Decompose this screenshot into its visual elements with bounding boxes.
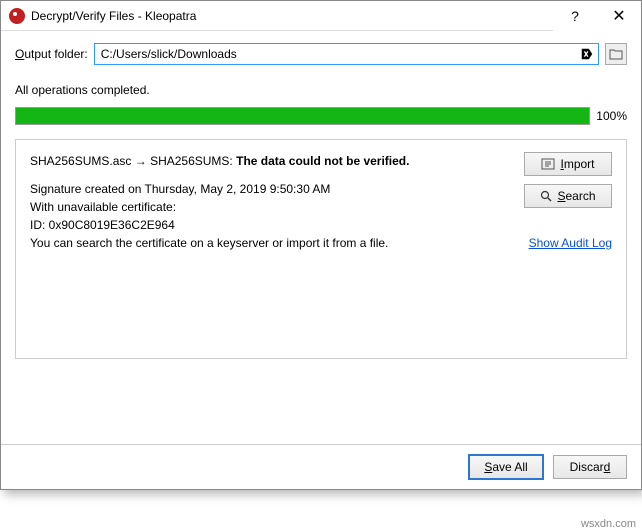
app-icon bbox=[9, 8, 25, 24]
arrow-icon: → bbox=[135, 154, 147, 168]
titlebar: Decrypt/Verify Files - Kleopatra ? ✕ bbox=[1, 1, 641, 31]
dialog-window: Decrypt/Verify Files - Kleopatra ? ✕ Out… bbox=[0, 0, 642, 490]
clear-input-icon[interactable] bbox=[579, 46, 595, 62]
import-icon bbox=[541, 158, 555, 170]
window-title: Decrypt/Verify Files - Kleopatra bbox=[31, 9, 196, 23]
watermark: wsxdn.com bbox=[581, 518, 636, 530]
progress-percent: 100% bbox=[596, 109, 627, 123]
result-file-from: SHA256SUMS.asc bbox=[30, 154, 131, 168]
progress-row: 100% bbox=[15, 107, 627, 125]
discard-button[interactable]: Discard bbox=[553, 455, 627, 479]
output-folder-field-wrap bbox=[94, 43, 599, 65]
folder-icon bbox=[609, 48, 623, 60]
dialog-footer: Save All Discard bbox=[1, 444, 641, 489]
show-audit-log-link[interactable]: Show Audit Log bbox=[524, 236, 612, 250]
search-button[interactable]: Search bbox=[524, 184, 612, 208]
result-text: SHA256SUMS.asc → SHA256SUMS: The data co… bbox=[30, 152, 514, 252]
result-panel: SHA256SUMS.asc → SHA256SUMS: The data co… bbox=[15, 139, 627, 359]
save-all-button[interactable]: Save All bbox=[469, 455, 543, 479]
help-button[interactable]: ? bbox=[553, 1, 597, 31]
result-verdict: The data could not be verified. bbox=[236, 154, 409, 168]
signature-date-line: Signature created on Thursday, May 2, 20… bbox=[30, 180, 514, 198]
import-button[interactable]: Import bbox=[524, 152, 612, 176]
browse-folder-button[interactable] bbox=[605, 43, 627, 65]
hint-line: You can search the certificate on a keys… bbox=[30, 234, 514, 252]
result-actions: Import Search Show Audit Log bbox=[524, 152, 612, 250]
output-folder-input[interactable] bbox=[94, 43, 599, 65]
certificate-status-line: With unavailable certificate: bbox=[30, 198, 514, 216]
output-folder-label: Output folder: bbox=[15, 47, 88, 61]
output-folder-row: Output folder: bbox=[15, 43, 627, 65]
result-file-to: SHA256SUMS: bbox=[150, 154, 233, 168]
result-header: SHA256SUMS.asc → SHA256SUMS: The data co… bbox=[30, 152, 514, 170]
certificate-id-line: ID: 0x90C8019E36C2E964 bbox=[30, 216, 514, 234]
progress-bar bbox=[15, 107, 590, 125]
status-text: All operations completed. bbox=[15, 83, 627, 97]
search-icon bbox=[540, 190, 552, 202]
close-button[interactable]: ✕ bbox=[597, 1, 641, 31]
content-area: Output folder: All operations completed.… bbox=[1, 31, 641, 444]
